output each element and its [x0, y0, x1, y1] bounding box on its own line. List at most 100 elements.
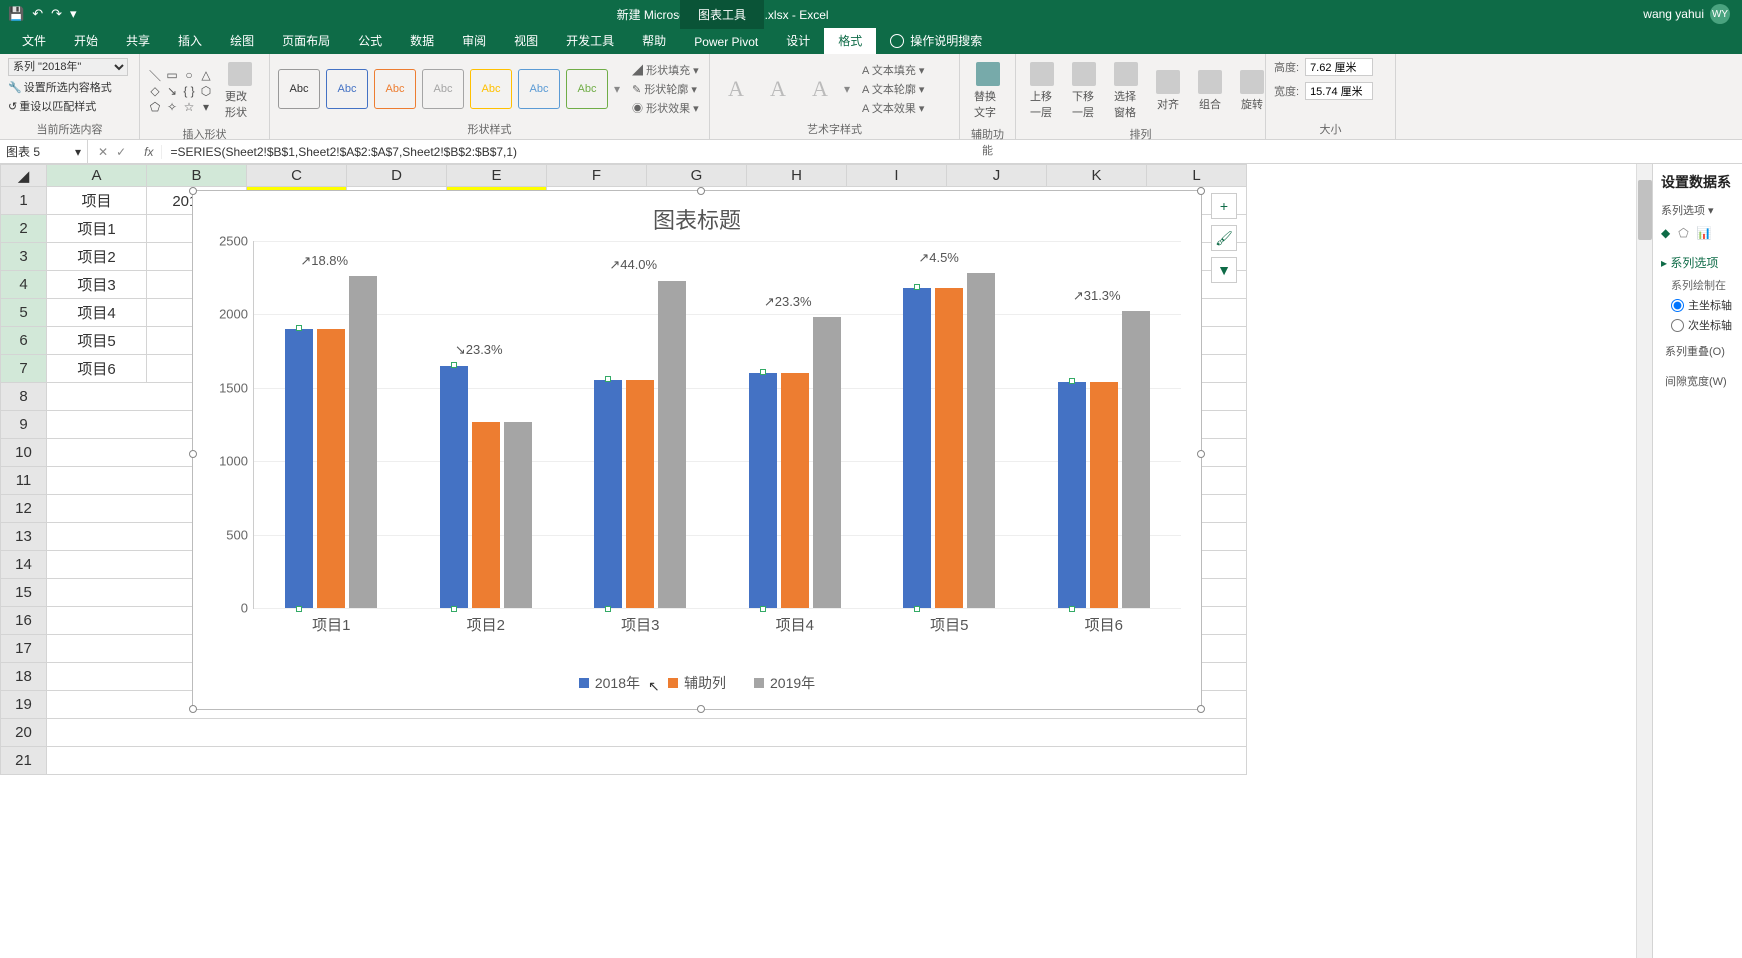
tab-review[interactable]: 审阅: [448, 27, 500, 54]
chevron-down-icon[interactable]: ▾: [75, 145, 81, 159]
legend-item-3[interactable]: 2019年: [770, 675, 815, 691]
col-header-l[interactable]: L: [1147, 165, 1247, 187]
chart-bar[interactable]: [472, 422, 500, 608]
resize-handle[interactable]: [1197, 705, 1205, 713]
scrollbar-thumb[interactable]: [1638, 180, 1652, 240]
chart-bar[interactable]: [1090, 382, 1118, 608]
chart-styles-button[interactable]: 🖌: [1211, 225, 1237, 251]
bring-forward-button[interactable]: 上移一层: [1024, 58, 1060, 124]
tab-power-pivot[interactable]: Power Pivot: [680, 30, 772, 54]
row-header-1[interactable]: 1: [1, 187, 47, 215]
redo-icon[interactable]: ↷: [51, 6, 62, 22]
text-outline-button[interactable]: A 文本轮廓 ▾: [862, 81, 924, 97]
tab-design[interactable]: 设计: [772, 27, 824, 54]
wordart-more-icon[interactable]: ▾: [844, 82, 850, 96]
height-input[interactable]: [1305, 58, 1373, 76]
text-fill-button[interactable]: A 文本填充 ▾: [862, 62, 924, 78]
row-header-19[interactable]: 19: [1, 691, 47, 719]
row-header-15[interactable]: 15: [1, 579, 47, 607]
row-header-7[interactable]: 7: [1, 355, 47, 383]
send-backward-button[interactable]: 下移一层: [1066, 58, 1102, 124]
confirm-formula-icon[interactable]: ✓: [116, 145, 126, 159]
row-header-2[interactable]: 2: [1, 215, 47, 243]
chart-bar[interactable]: [626, 380, 654, 608]
row-header-9[interactable]: 9: [1, 411, 47, 439]
effects-tab-icon[interactable]: ⬠: [1678, 226, 1688, 240]
resize-handle[interactable]: [697, 705, 705, 713]
row-header-10[interactable]: 10: [1, 439, 47, 467]
chart-legend[interactable]: 2018年 辅助列 2019年: [193, 673, 1201, 693]
resize-handle[interactable]: [697, 187, 705, 195]
save-icon[interactable]: 💾: [8, 6, 24, 22]
col-header-i[interactable]: I: [847, 165, 947, 187]
shape-style-3[interactable]: Abc: [374, 69, 416, 109]
row-header-4[interactable]: 4: [1, 271, 47, 299]
cell-a5[interactable]: 项目4: [47, 299, 147, 327]
resize-handle[interactable]: [1197, 187, 1205, 195]
chart-bar[interactable]: [1058, 382, 1086, 608]
primary-axis-radio[interactable]: [1671, 299, 1684, 312]
resize-handle[interactable]: [189, 187, 197, 195]
shape-styles-more-icon[interactable]: ▾: [614, 82, 620, 96]
cell-a6[interactable]: 项目5: [47, 327, 147, 355]
width-input[interactable]: [1305, 82, 1373, 100]
chart-bar[interactable]: [285, 329, 313, 608]
shapes-gallery[interactable]: ＼▭○△ ◇↘{ }⬡ ⬠✧☆▾: [148, 68, 213, 114]
cell-a4[interactable]: 项目3: [47, 271, 147, 299]
col-header-c[interactable]: C: [247, 165, 347, 187]
chart-elements-button[interactable]: +: [1211, 193, 1237, 219]
chart-data-label[interactable]: ↗4.5%: [918, 250, 959, 266]
undo-icon[interactable]: ↶: [32, 6, 43, 22]
col-header-g[interactable]: G: [647, 165, 747, 187]
fx-icon[interactable]: fx: [136, 145, 162, 159]
chart-bar[interactable]: [967, 273, 995, 608]
chart-bar[interactable]: [781, 373, 809, 608]
col-header-f[interactable]: F: [547, 165, 647, 187]
tab-developer[interactable]: 开发工具: [552, 27, 628, 54]
resize-handle[interactable]: [189, 705, 197, 713]
row-header-20[interactable]: 20: [1, 719, 47, 747]
chart-data-label[interactable]: ↗23.3%: [764, 294, 812, 310]
col-header-d[interactable]: D: [347, 165, 447, 187]
row-header-8[interactable]: 8: [1, 383, 47, 411]
user-avatar[interactable]: WY: [1710, 4, 1730, 24]
vertical-scrollbar[interactable]: [1636, 164, 1652, 958]
select-all-corner[interactable]: ◢: [1, 165, 47, 187]
selection-pane-button[interactable]: 选择窗格: [1108, 58, 1144, 124]
row-header-13[interactable]: 13: [1, 523, 47, 551]
tab-formulas[interactable]: 公式: [344, 27, 396, 54]
text-effects-button[interactable]: A 文本效果 ▾: [862, 100, 924, 116]
shape-style-7[interactable]: Abc: [566, 69, 608, 109]
chart-title[interactable]: 图表标题: [193, 191, 1201, 247]
wordart-style-1[interactable]: A: [718, 71, 754, 107]
chart-bar[interactable]: [440, 366, 468, 608]
shape-style-6[interactable]: Abc: [518, 69, 560, 109]
row-header-11[interactable]: 11: [1, 467, 47, 495]
cell-a3[interactable]: 项目2: [47, 243, 147, 271]
chart-bar[interactable]: [749, 373, 777, 608]
shape-fill-button[interactable]: ◢ 形状填充 ▾: [632, 62, 699, 78]
row-header-3[interactable]: 3: [1, 243, 47, 271]
row-header-16[interactable]: 16: [1, 607, 47, 635]
col-header-e[interactable]: E: [447, 165, 547, 187]
col-header-k[interactable]: K: [1047, 165, 1147, 187]
row-header-5[interactable]: 5: [1, 299, 47, 327]
chart-bar[interactable]: [903, 288, 931, 608]
chart-bar[interactable]: [504, 422, 532, 608]
legend-item-2[interactable]: 辅助列: [684, 675, 726, 691]
chart-bar[interactable]: [658, 281, 686, 608]
cell-a7[interactable]: 项目6: [47, 355, 147, 383]
chart-filters-button[interactable]: ▼: [1211, 257, 1237, 283]
cell-a2[interactable]: 项目1: [47, 215, 147, 243]
shape-style-2[interactable]: Abc: [326, 69, 368, 109]
row-header-21[interactable]: 21: [1, 747, 47, 775]
tab-home[interactable]: 开始: [60, 27, 112, 54]
tab-data[interactable]: 数据: [396, 27, 448, 54]
tab-view[interactable]: 视图: [500, 27, 552, 54]
wordart-style-2[interactable]: A: [760, 71, 796, 107]
col-header-b[interactable]: B: [147, 165, 247, 187]
chart-plot-area[interactable]: 05001000150020002500项目1↗18.8%项目2↘23.3%项目…: [253, 241, 1181, 609]
tab-help[interactable]: 帮助: [628, 27, 680, 54]
shape-style-5[interactable]: Abc: [470, 69, 512, 109]
formula-input[interactable]: =SERIES(Sheet2!$B$1,Sheet2!$A$2:$A$7,She…: [162, 145, 1742, 159]
